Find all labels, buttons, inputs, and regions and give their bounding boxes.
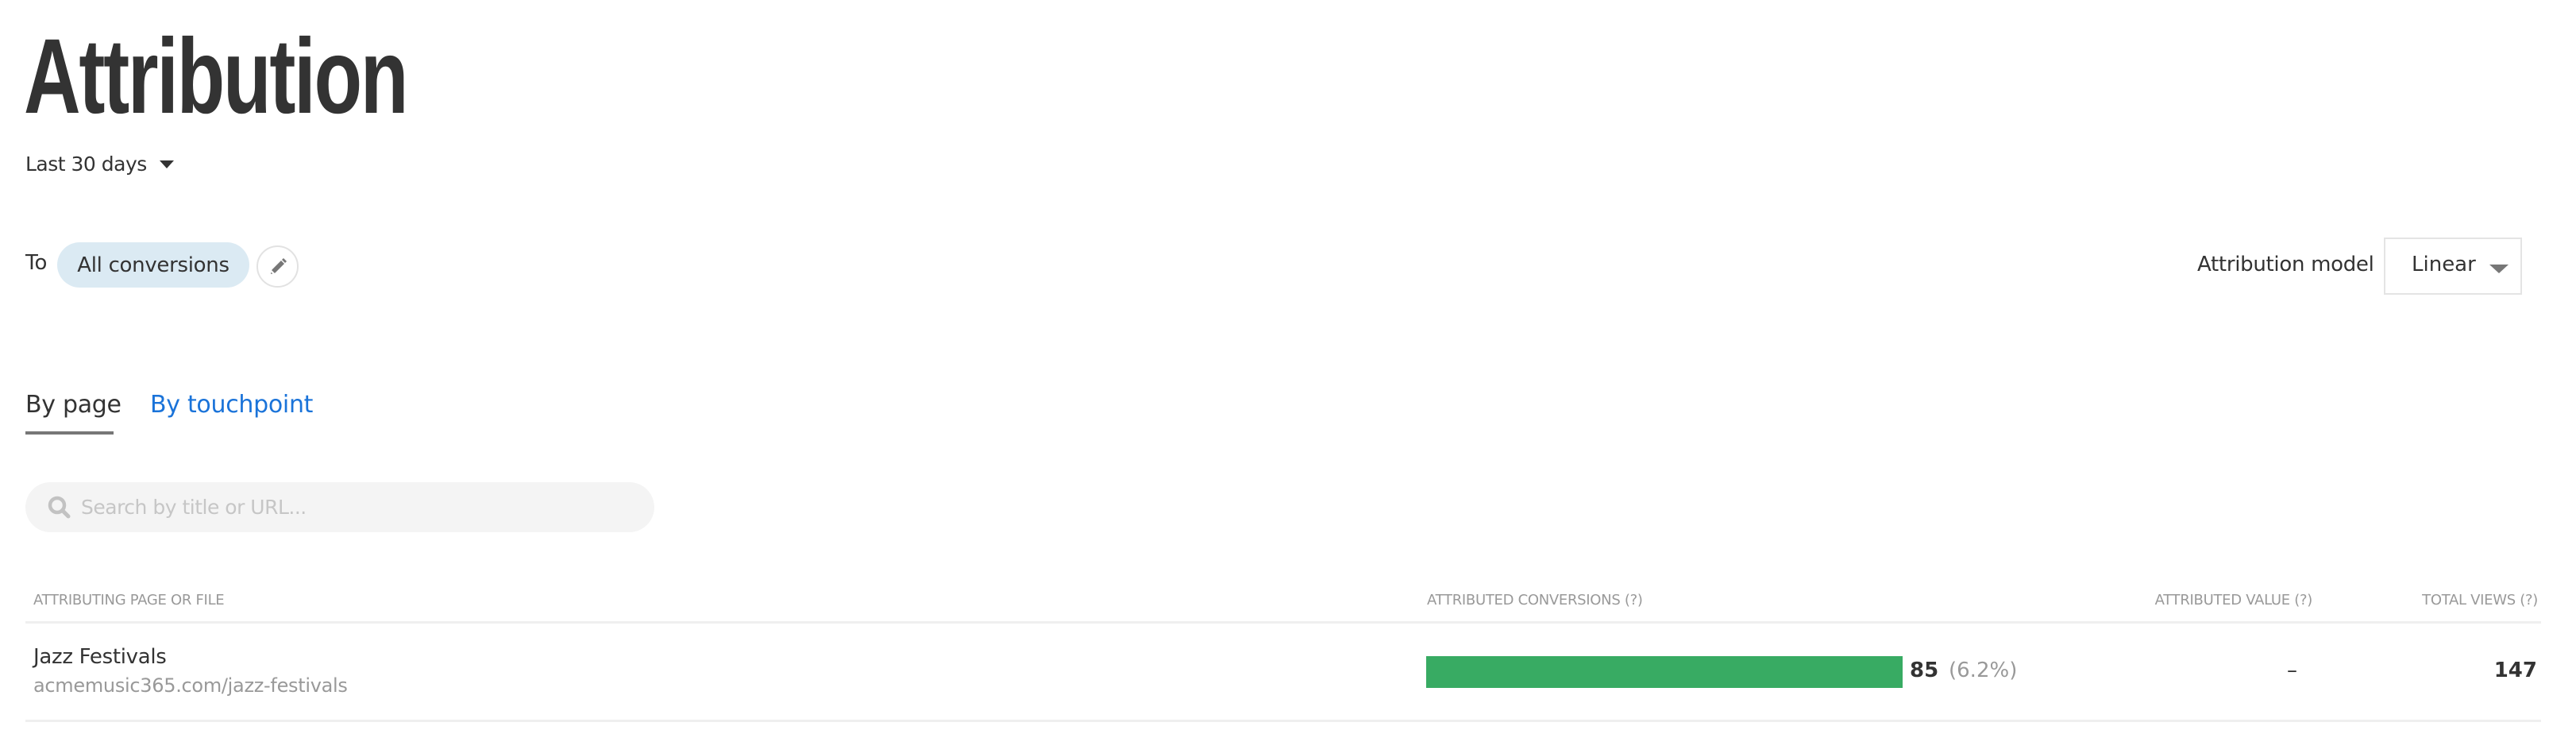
tab-by-touchpoint[interactable]: By touchpoint [150,391,313,419]
column-header-page[interactable]: ATTRIBUTING PAGE OR FILE [33,592,225,608]
edit-conversion-button[interactable] [256,245,299,288]
conversions-bar [1426,656,1903,688]
date-range-label: Last 30 days [25,152,147,176]
search-icon [48,496,71,519]
column-header-views[interactable]: TOTAL VIEWS (?) [2422,592,2538,608]
row-divider [25,720,2541,722]
column-header-value[interactable]: ATTRIBUTED VALUE (?) [2155,592,2313,608]
pencil-icon [270,257,287,274]
attribution-model-value: Linear [2412,253,2476,276]
date-range-dropdown[interactable]: Last 30 days [25,148,174,180]
header-divider [25,621,2541,624]
conversion-filter-prefix: To [25,251,48,275]
total-views-cell: 147 [2493,659,2537,682]
page-url-cell: acmemusic365.com/jazz-festivals [33,674,348,697]
chevron-down-icon [159,160,174,168]
conversions-count: 85 [1910,659,1939,682]
attribution-model-select[interactable]: Linear [2384,238,2522,295]
column-header-conversions[interactable]: ATTRIBUTED CONVERSIONS (?) [1427,592,1643,608]
chevron-down-icon [2489,265,2509,273]
conversions-percent: (6.2%) [1949,659,2018,682]
attribution-model-label: Attribution model [2197,253,2374,276]
active-tab-indicator [25,431,114,435]
conversion-filter-pill[interactable]: All conversions [57,242,249,288]
page-title-cell[interactable]: Jazz Festivals [33,645,167,669]
tab-by-page[interactable]: By page [25,391,121,419]
conversion-filter-label: All conversions [77,253,229,277]
search-box [25,482,654,532]
attributed-value-cell: – [2287,659,2297,682]
search-input[interactable] [81,482,637,532]
page-title: Attribution [24,17,408,136]
